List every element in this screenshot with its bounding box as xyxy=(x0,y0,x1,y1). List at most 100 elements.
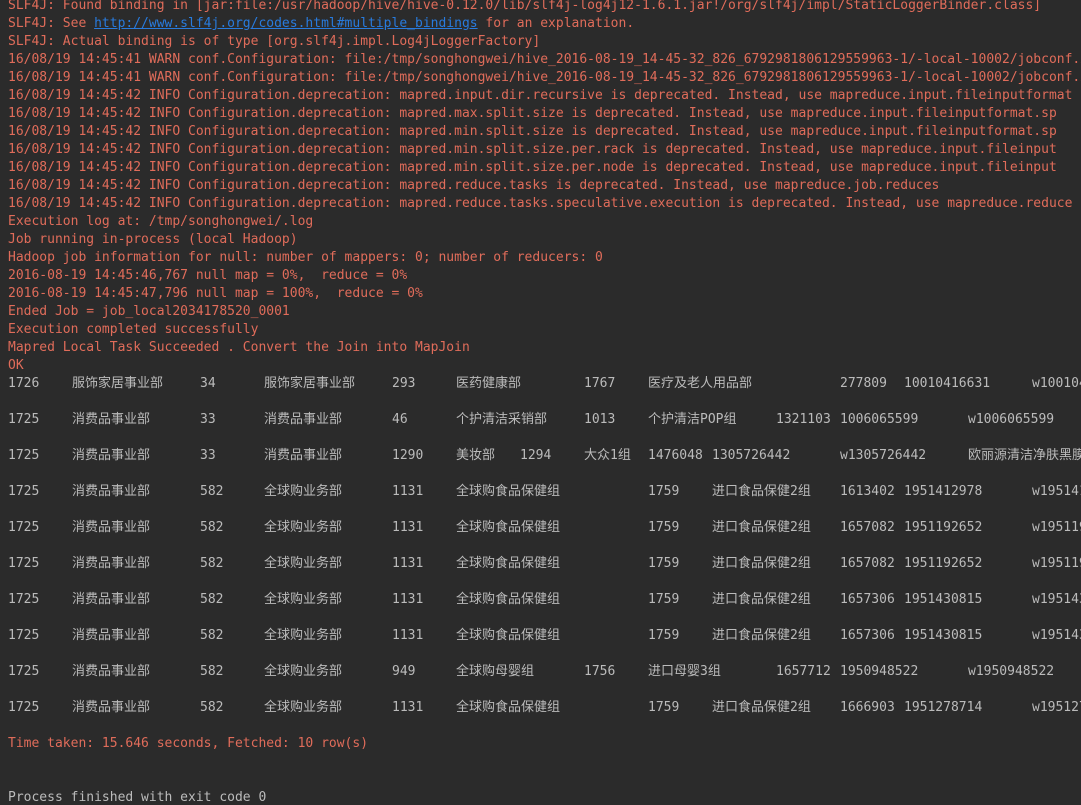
result-cell-c2-id: 33 xyxy=(200,412,216,427)
result-cell-product-code: w1951192652 xyxy=(1032,556,1081,571)
result-cell-c3-id: 1131 xyxy=(392,520,424,535)
result-cell-product-code: w1950948522 xyxy=(968,664,1055,679)
result-cell-c2-id: 582 xyxy=(200,664,224,679)
result-cell-c3-id: 1131 xyxy=(392,700,424,715)
result-cell-product-code: w1305726442 xyxy=(840,448,927,463)
multiple-bindings-link[interactable]: http://www.slf4j.org/codes.html#multiple… xyxy=(94,16,478,31)
result-cell-c1-name: 消费品事业部 xyxy=(72,556,151,571)
result-cell-product-id: 1951412978 xyxy=(904,484,983,499)
warn-line-1: 16/08/19 14:45:41 WARN conf.Configuratio… xyxy=(8,52,1081,67)
warn-line-2: 16/08/19 14:45:41 WARN conf.Configuratio… xyxy=(8,70,1081,85)
result-cell-c3-name: 全球购母婴组 xyxy=(456,664,535,679)
result-cell-c3-name: 全球购食品保健组 xyxy=(456,592,561,607)
result-cell-c3-id: 1290 xyxy=(392,448,424,463)
result-cell-c3-name: 个护清洁采销部 xyxy=(456,412,548,427)
result-row: 1725 消费品事业部 582 全球购业务部 1131 全球购食品保健组 1759 进口食品保… xyxy=(8,627,1081,645)
result-cell-product-code: w1951412978 xyxy=(1032,484,1081,499)
result-cell-c4-id: 1759 xyxy=(648,628,680,643)
ok-line: OK xyxy=(8,358,24,373)
result-cell-c1-name: 消费品事业部 xyxy=(72,592,151,607)
info-line-4: 16/08/19 14:45:42 INFO Configuration.dep… xyxy=(8,142,1057,157)
result-cell-c1-id: 1725 xyxy=(8,592,40,607)
result-row: 1725 消费品事业部 582 全球购业务部 1131 全球购食品保健组 1759 进口食品保… xyxy=(8,699,1081,717)
execution-log-line: Execution log at: /tmp/songhongwei/.log xyxy=(8,214,314,229)
result-cell-product-id: 1951192652 xyxy=(904,520,983,535)
result-row: 1725 消费品事业部 33 消费品事业部 46 个护清洁采销部 1013 个护清洁POP组 1… xyxy=(8,411,1081,429)
result-cell-product-code: w1006065599 xyxy=(968,412,1055,427)
slf4j-see-prefix: SLF4J: See xyxy=(8,16,95,31)
result-cell-c4-name: 进口食品保健2组 xyxy=(712,556,811,571)
result-cell-c2-name: 全球购业务部 xyxy=(264,700,343,715)
result-cell-c4-id: 1759 xyxy=(648,484,680,499)
result-row: 1725 消费品事业部 582 全球购业务部 1131 全球购食品保健组 1759 进口食品保… xyxy=(8,555,1081,573)
result-cell-c4-name: 医疗及老人用品部 xyxy=(648,376,753,391)
result-cell-c4-id: 1759 xyxy=(648,592,680,607)
result-cell-c1-name: 消费品事业部 xyxy=(72,628,151,643)
result-cell-c1-id: 1725 xyxy=(8,412,40,427)
result-cell-product-id: 1951430815 xyxy=(904,628,983,643)
result-cell-product-id: 10010416631 xyxy=(904,376,991,391)
result-cell-c3-name: 医药健康部 xyxy=(456,376,522,391)
ended-job-line: Ended Job = job_local2034178520_0001 xyxy=(8,304,290,319)
result-cell-c4-name: 个护清洁POP组 xyxy=(648,412,737,427)
result-cell-c4-name: 进口食品保健2组 xyxy=(712,520,811,535)
result-cell-c4-id: 1756 xyxy=(584,664,616,679)
info-line-1: 16/08/19 14:45:42 INFO Configuration.dep… xyxy=(8,88,1073,103)
result-cell-c3-id: 46 xyxy=(392,412,408,427)
info-line-7: 16/08/19 14:45:42 INFO Configuration.dep… xyxy=(8,196,1073,211)
result-cell-c1-name: 消费品事业部 xyxy=(72,412,151,427)
result-cell-c1-name: 服饰家居事业部 xyxy=(72,376,164,391)
result-cell-c4-id: 1759 xyxy=(648,520,680,535)
result-cell-sku: 1666903 xyxy=(840,700,895,715)
result-cell-c2-name: 服饰家居事业部 xyxy=(264,376,356,391)
info-line-2: 16/08/19 14:45:42 INFO Configuration.dep… xyxy=(8,106,1057,121)
result-cell-c1-id: 1725 xyxy=(8,556,40,571)
result-cell-c3-id: 949 xyxy=(392,664,416,679)
slf4j-see-line: SLF4J: See http://www.slf4j.org/codes.ht… xyxy=(8,15,634,33)
result-cell-product-code: w1951430815 xyxy=(1032,628,1081,643)
result-cell-c2-id: 582 xyxy=(200,592,224,607)
result-cell-c1-name: 消费品事业部 xyxy=(72,484,151,499)
result-cell-c3-id: 1131 xyxy=(392,628,424,643)
result-cell-product-code: w10010416631 xyxy=(1032,376,1081,391)
result-cell-c3-id: 1131 xyxy=(392,484,424,499)
result-cell-c2-name: 全球购业务部 xyxy=(264,664,343,679)
result-cell-c2-name: 消费品事业部 xyxy=(264,448,343,463)
process-finished-line: Process finished with exit code 0 xyxy=(8,790,267,805)
result-cell-c4-name: 大众1组 xyxy=(584,448,631,463)
slf4j-found-binding-line: SLF4J: Found binding in [jar:file:/usr/h… xyxy=(8,0,1042,13)
result-cell-c3-id: 1131 xyxy=(392,556,424,571)
result-cell-c2-id: 582 xyxy=(200,700,224,715)
result-cell-product-code: w1951278714 xyxy=(1032,700,1081,715)
result-cell-c3-name: 美妆部 xyxy=(456,448,496,463)
result-cell-sku: 1657082 xyxy=(840,520,895,535)
result-cell-c1-name: 消费品事业部 xyxy=(72,448,151,463)
result-cell-c2-id: 582 xyxy=(200,556,224,571)
result-row: 1725 消费品事业部 33 消费品事业部 1290 美妆部 1294 大众1组 1476048… xyxy=(8,447,1081,465)
result-cell-c1-id: 1725 xyxy=(8,628,40,643)
result-cell-sku: 1476048 xyxy=(648,448,703,463)
result-cell-c1-id: 1725 xyxy=(8,520,40,535)
slf4j-see-suffix: for an explanation. xyxy=(477,16,635,31)
result-cell-c2-name: 全球购业务部 xyxy=(264,520,343,535)
result-cell-c4-id: 1294 xyxy=(520,448,552,463)
result-cell-c4-id: 1759 xyxy=(648,556,680,571)
result-cell-c2-id: 582 xyxy=(200,628,224,643)
result-cell-c1-name: 消费品事业部 xyxy=(72,700,151,715)
result-cell-c3-name: 全球购食品保健组 xyxy=(456,520,561,535)
result-cell-sku: 1657712 xyxy=(776,664,831,679)
result-cell-c2-id: 33 xyxy=(200,448,216,463)
result-cell-c4-name: 进口食品保健2组 xyxy=(712,592,811,607)
result-cell-c3-id: 293 xyxy=(392,376,416,391)
result-cell-c1-id: 1725 xyxy=(8,664,40,679)
result-cell-c3-id: 1131 xyxy=(392,592,424,607)
result-cell-c1-id: 1725 xyxy=(8,700,40,715)
result-cell-c2-name: 全球购业务部 xyxy=(264,484,343,499)
result-cell-c4-id: 1759 xyxy=(648,700,680,715)
job-running-line: Job running in-process (local Hadoop) xyxy=(8,232,298,247)
progress-line-2: 2016-08-19 14:45:47,796 null map = 100%,… xyxy=(8,286,423,301)
time-taken-line: Time taken: 15.646 seconds, Fetched: 10 … xyxy=(8,736,369,751)
result-cell-product-id: 1305726442 xyxy=(712,448,791,463)
info-line-3: 16/08/19 14:45:42 INFO Configuration.dep… xyxy=(8,124,1057,139)
result-cell-c2-id: 582 xyxy=(200,484,224,499)
